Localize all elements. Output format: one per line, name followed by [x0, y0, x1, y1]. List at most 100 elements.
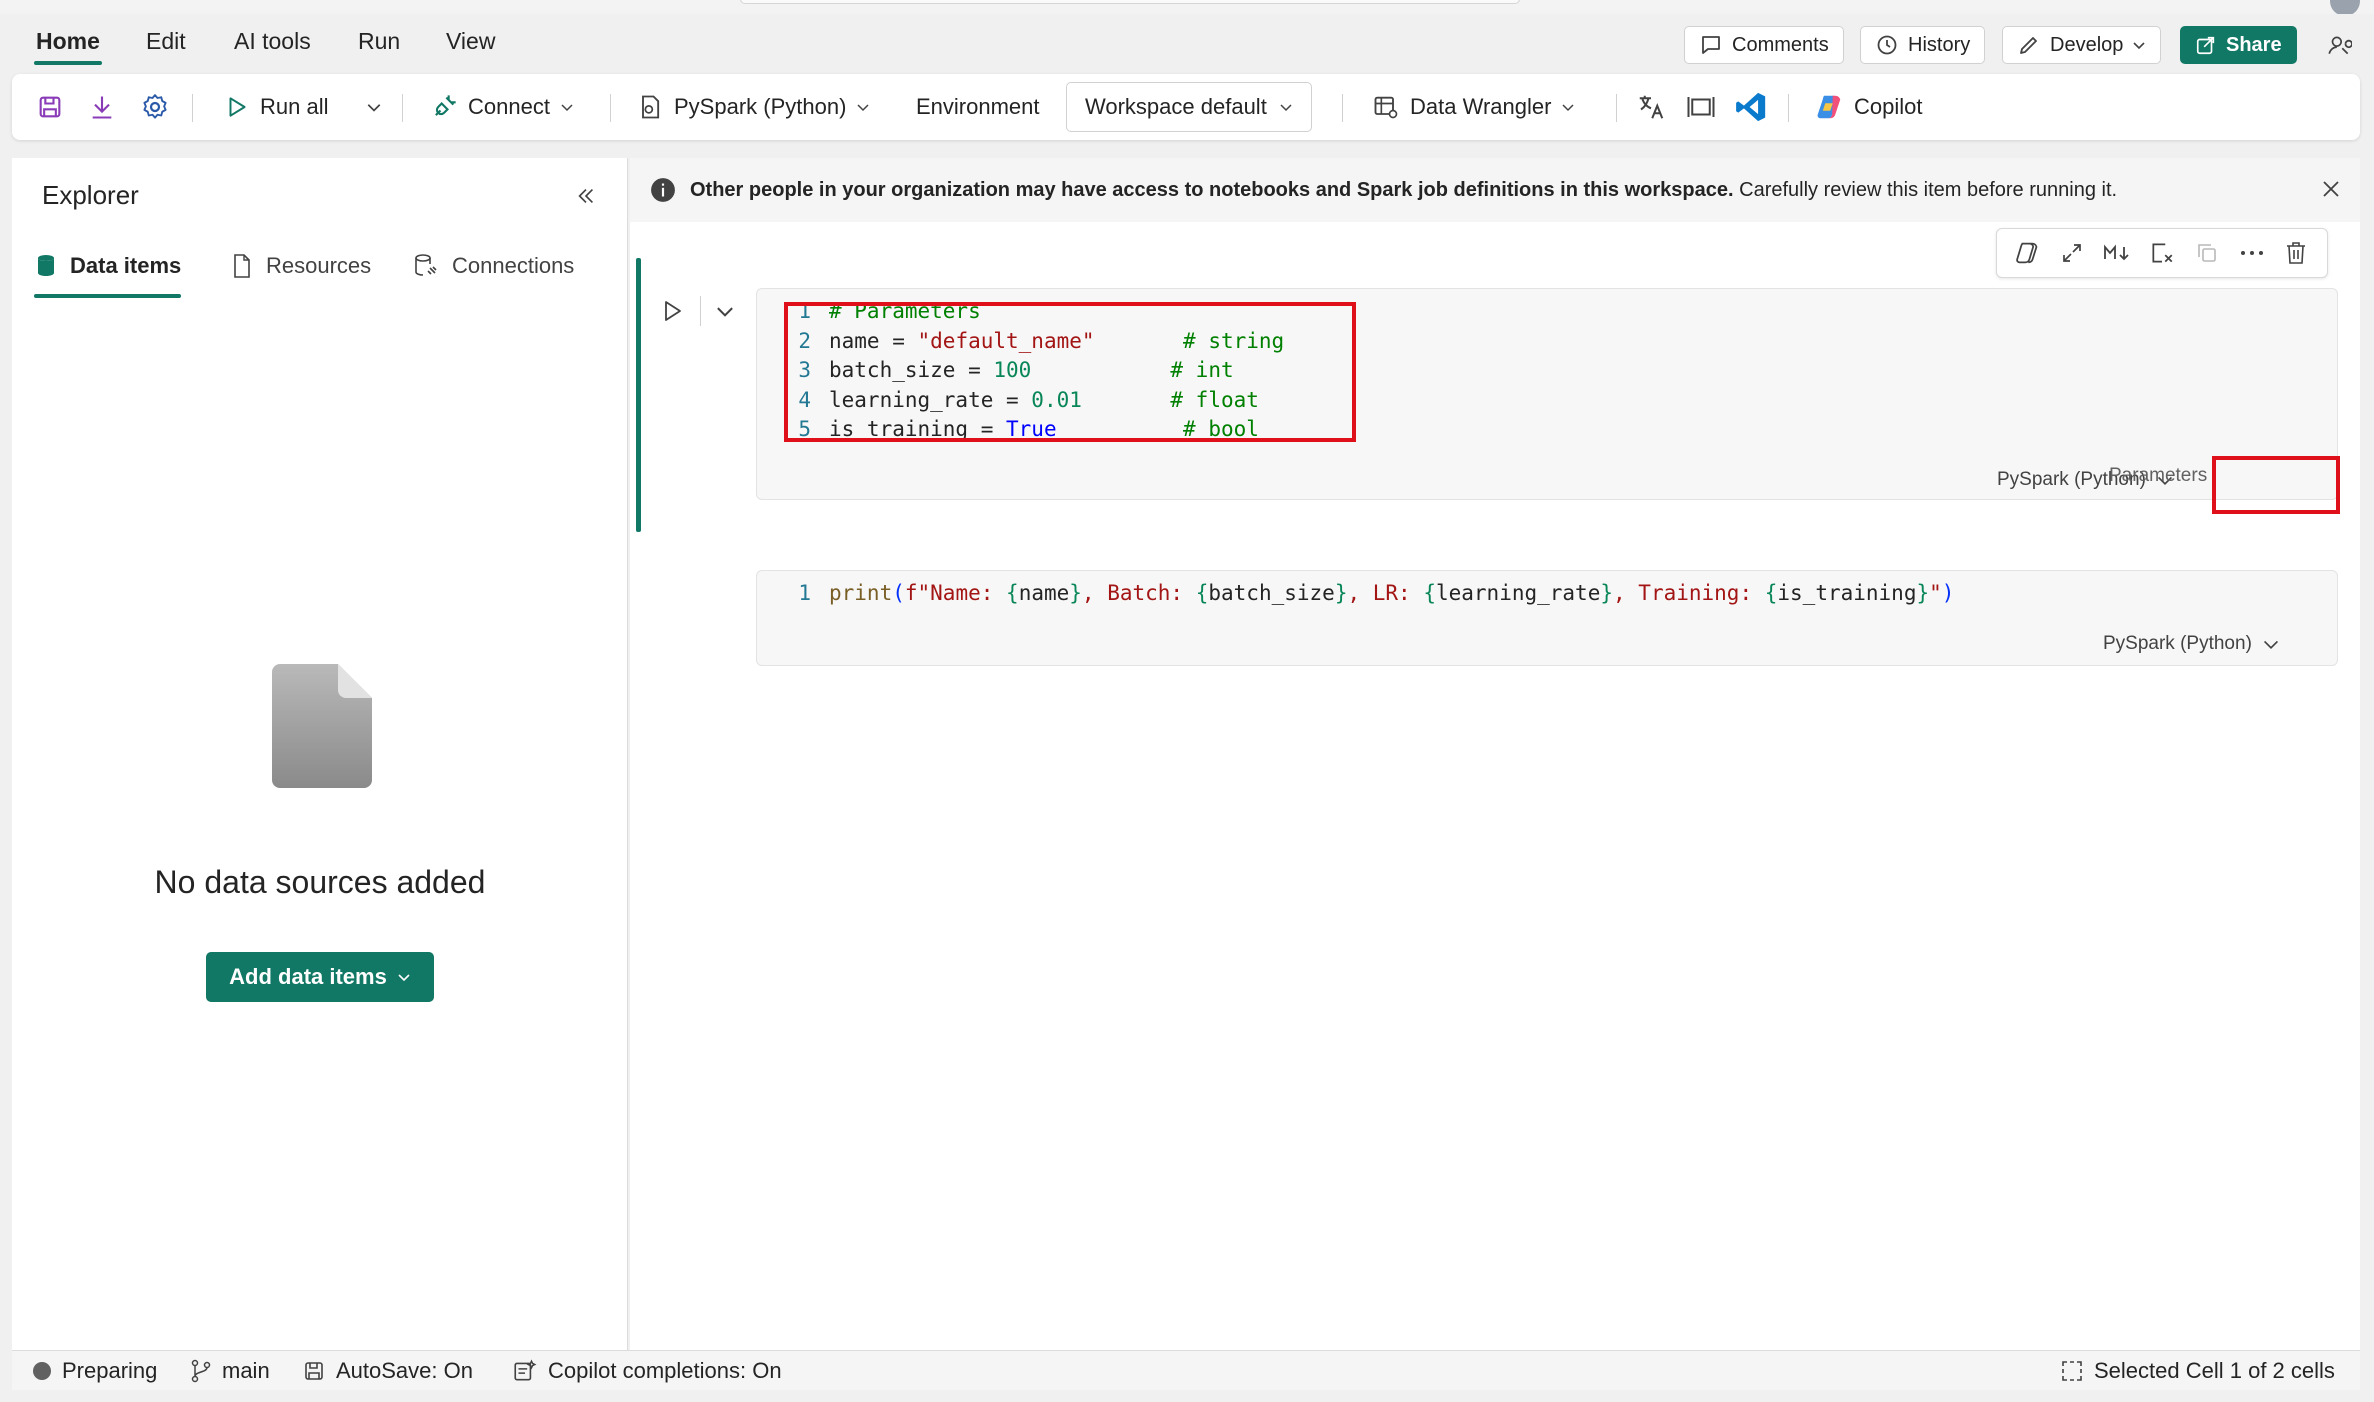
play-icon — [665, 301, 681, 321]
info-icon — [651, 178, 675, 202]
tab-resources[interactable]: Resources — [230, 246, 371, 286]
run-all-label: Run all — [260, 94, 329, 119]
share-label: Share — [2226, 33, 2282, 56]
clear-output-icon[interactable] — [2144, 235, 2180, 271]
environment-value: Workspace default — [1085, 94, 1267, 119]
tab-view[interactable]: View — [446, 28, 495, 55]
autosave-status[interactable]: AutoSave: On — [302, 1351, 473, 1391]
code-line: print(f"Name: {name}, Batch: {batch_size… — [829, 581, 1955, 605]
save-icon[interactable] — [36, 74, 64, 140]
chevron-down-icon — [717, 307, 733, 317]
python-file-icon — [642, 95, 660, 119]
language-label: PySpark (Python) — [674, 94, 847, 119]
fullscreen-icon[interactable] — [1686, 74, 1716, 140]
comment-icon — [1702, 36, 1720, 54]
connection-database-icon — [415, 254, 437, 276]
explorer-panel: Explorer Data items Resources Connection… — [12, 158, 628, 1350]
status-dot-icon — [33, 1362, 51, 1380]
copilot-label: Copilot — [1854, 94, 1923, 119]
document-icon — [234, 254, 250, 278]
environment-dropdown[interactable]: Workspace default — [1066, 82, 1312, 132]
session-status-label: Preparing — [62, 1358, 158, 1383]
tab-edit[interactable]: Edit — [146, 28, 186, 55]
copilot-cell-icon[interactable] — [2009, 235, 2045, 271]
history-button[interactable]: History — [1860, 26, 1986, 64]
cell-toolbar — [1996, 228, 2328, 278]
tab-data-items[interactable]: Data items — [34, 246, 182, 298]
gear-icon[interactable] — [140, 74, 170, 140]
code-cell-print[interactable]: 1 print(f"Name: {name}, Batch: {batch_siz… — [756, 570, 2338, 666]
people-icon[interactable] — [2322, 28, 2356, 62]
notebook-area: Other people in your organization may ha… — [630, 158, 2360, 1350]
language-selector[interactable]: PySpark (Python) — [636, 74, 870, 140]
comments-button[interactable]: Comments — [1684, 26, 1844, 64]
window-top-strip — [0, 0, 2374, 16]
tab-run[interactable]: Run — [358, 28, 400, 55]
empty-file-icon — [272, 664, 372, 788]
session-status[interactable]: Preparing — [32, 1351, 157, 1391]
banner-bold-text: Other people in your organization may ha… — [690, 178, 1734, 201]
chevron-down-icon — [857, 104, 869, 112]
search-box-edge[interactable] — [740, 0, 1520, 4]
branch-label: main — [222, 1358, 270, 1383]
add-data-items-button[interactable]: Add data items — [206, 952, 434, 1002]
copilot-completions-status[interactable]: Copilot completions: On — [512, 1351, 782, 1391]
empty-state-title: No data sources added — [154, 864, 486, 900]
branch-icon — [191, 1359, 211, 1383]
comments-label: Comments — [1732, 33, 1829, 56]
chevron-down-icon — [561, 104, 573, 112]
run-all-button[interactable]: Run all — [224, 74, 328, 140]
chevron-down-icon — [2133, 42, 2145, 50]
toolbar-divider — [1616, 94, 1617, 122]
connect-button[interactable]: Connect — [430, 74, 574, 140]
share-icon — [2196, 36, 2215, 55]
share-button[interactable]: Share — [2180, 26, 2297, 64]
tab-connections[interactable]: Connections — [412, 246, 574, 286]
table-gear-icon — [1374, 96, 1398, 119]
branch-status[interactable]: main — [190, 1351, 270, 1391]
develop-label: Develop — [2050, 33, 2124, 56]
tab-ai-tools[interactable]: AI tools — [234, 28, 311, 55]
toolbar-divider — [1788, 94, 1789, 122]
chevron-down-icon — [1280, 104, 1292, 112]
cell-language-selector[interactable]: PySpark (Python) — [2103, 633, 2280, 655]
translate-icon[interactable] — [1636, 74, 1666, 140]
collapse-panel-icon[interactable] — [568, 178, 604, 214]
run-all-dropdown[interactable] — [366, 74, 382, 140]
run-cell-button[interactable] — [656, 294, 690, 328]
banner-text: Carefully review this item before runnin… — [1739, 178, 2118, 201]
line-number: 1 — [798, 581, 811, 605]
ribbon-tabs: Home Edit AI tools Run View Comments His… — [0, 14, 2374, 70]
copilot-icon — [1817, 95, 1841, 119]
cell-language-label: PySpark (Python) — [2103, 633, 2252, 654]
copilot-button[interactable]: Copilot — [1814, 74, 1922, 140]
close-icon[interactable] — [2316, 174, 2346, 204]
data-wrangler-button[interactable]: Data Wrangler — [1372, 74, 1575, 140]
info-banner: Other people in your organization may ha… — [630, 158, 2360, 222]
status-bar: Preparing main AutoSave: On Copilot comp… — [12, 1350, 2360, 1390]
plug-icon — [435, 95, 456, 116]
selection-icon — [2062, 1361, 2082, 1381]
download-icon[interactable] — [88, 74, 116, 140]
develop-button[interactable]: Develop — [2002, 26, 2162, 64]
delete-icon[interactable] — [2278, 235, 2314, 271]
pencil-icon — [2020, 37, 2037, 54]
chevron-down-icon — [367, 104, 381, 112]
expand-icon[interactable] — [2054, 235, 2090, 271]
tab-label: Connections — [452, 253, 575, 278]
more-options-icon[interactable] — [2234, 235, 2270, 271]
connect-label: Connect — [468, 94, 550, 119]
tab-home[interactable]: Home — [34, 28, 102, 65]
toolbar-divider — [610, 94, 611, 122]
run-divider — [700, 296, 701, 326]
toolbar-divider — [1342, 94, 1343, 122]
collapse-cell-button[interactable] — [708, 294, 742, 328]
copilot-completions-label: Copilot completions: On — [548, 1358, 782, 1383]
explorer-title: Explorer — [42, 180, 139, 210]
vscode-icon[interactable] — [1734, 74, 1768, 140]
markdown-icon[interactable] — [2099, 235, 2135, 271]
chevron-down-icon — [2263, 640, 2278, 650]
play-icon — [229, 97, 246, 117]
parameters-tag[interactable]: Parameters — [2109, 465, 2207, 487]
tab-label: Data items — [70, 253, 182, 278]
